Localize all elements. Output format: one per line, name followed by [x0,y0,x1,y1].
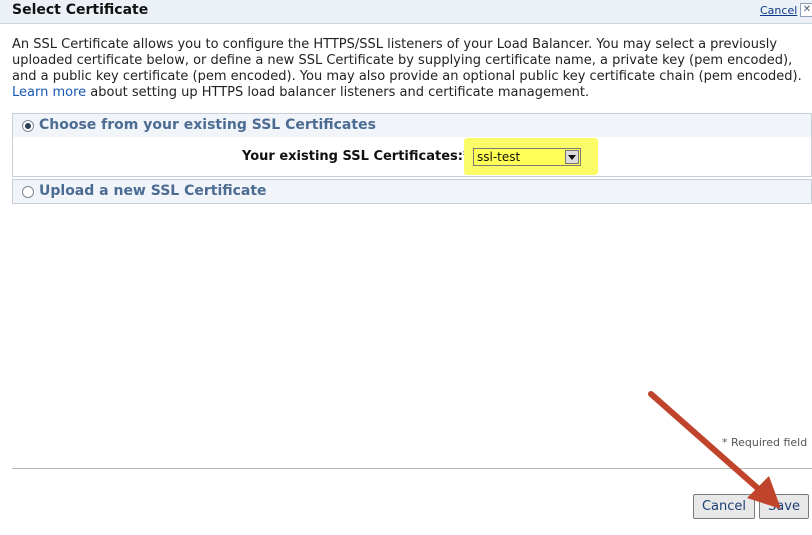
learn-more-link[interactable]: Learn more [12,85,86,100]
certificate-select-value: ssl-test [477,150,521,164]
certificate-select[interactable]: ssl-test [473,148,581,166]
close-icon[interactable]: ✕ [800,3,812,17]
chevron-down-icon[interactable] [565,150,579,164]
existing-certificates-panel: Your existing SSL Certificates:* ssl-tes… [12,137,812,177]
dialog-header: Select Certificate Cancel ✕ [0,0,812,24]
upload-option-label: Upload a new SSL Certificate [39,183,267,199]
existing-certificates-label: Your existing SSL Certificates:* [242,149,470,164]
save-button[interactable]: Save [759,494,809,519]
dialog-title: Select Certificate [12,2,149,18]
upload-radio-button[interactable] [22,186,34,198]
existing-option-label: Choose from your existing SSL Certificat… [39,117,376,133]
intro-text-start: An SSL Certificate allows you to configu… [12,37,802,84]
intro-text-end: about setting up HTTPS load balancer lis… [86,85,590,100]
footer-divider [12,468,812,469]
header-cancel-link[interactable]: Cancel [760,4,797,17]
existing-radio-button[interactable] [22,120,34,132]
cancel-button[interactable]: Cancel [693,494,755,519]
option-existing-certificates[interactable]: Choose from your existing SSL Certificat… [12,113,812,138]
required-field-note: * Required field [722,436,808,449]
intro-text: An SSL Certificate allows you to configu… [12,37,812,101]
option-upload-certificate[interactable]: Upload a new SSL Certificate [12,179,812,204]
